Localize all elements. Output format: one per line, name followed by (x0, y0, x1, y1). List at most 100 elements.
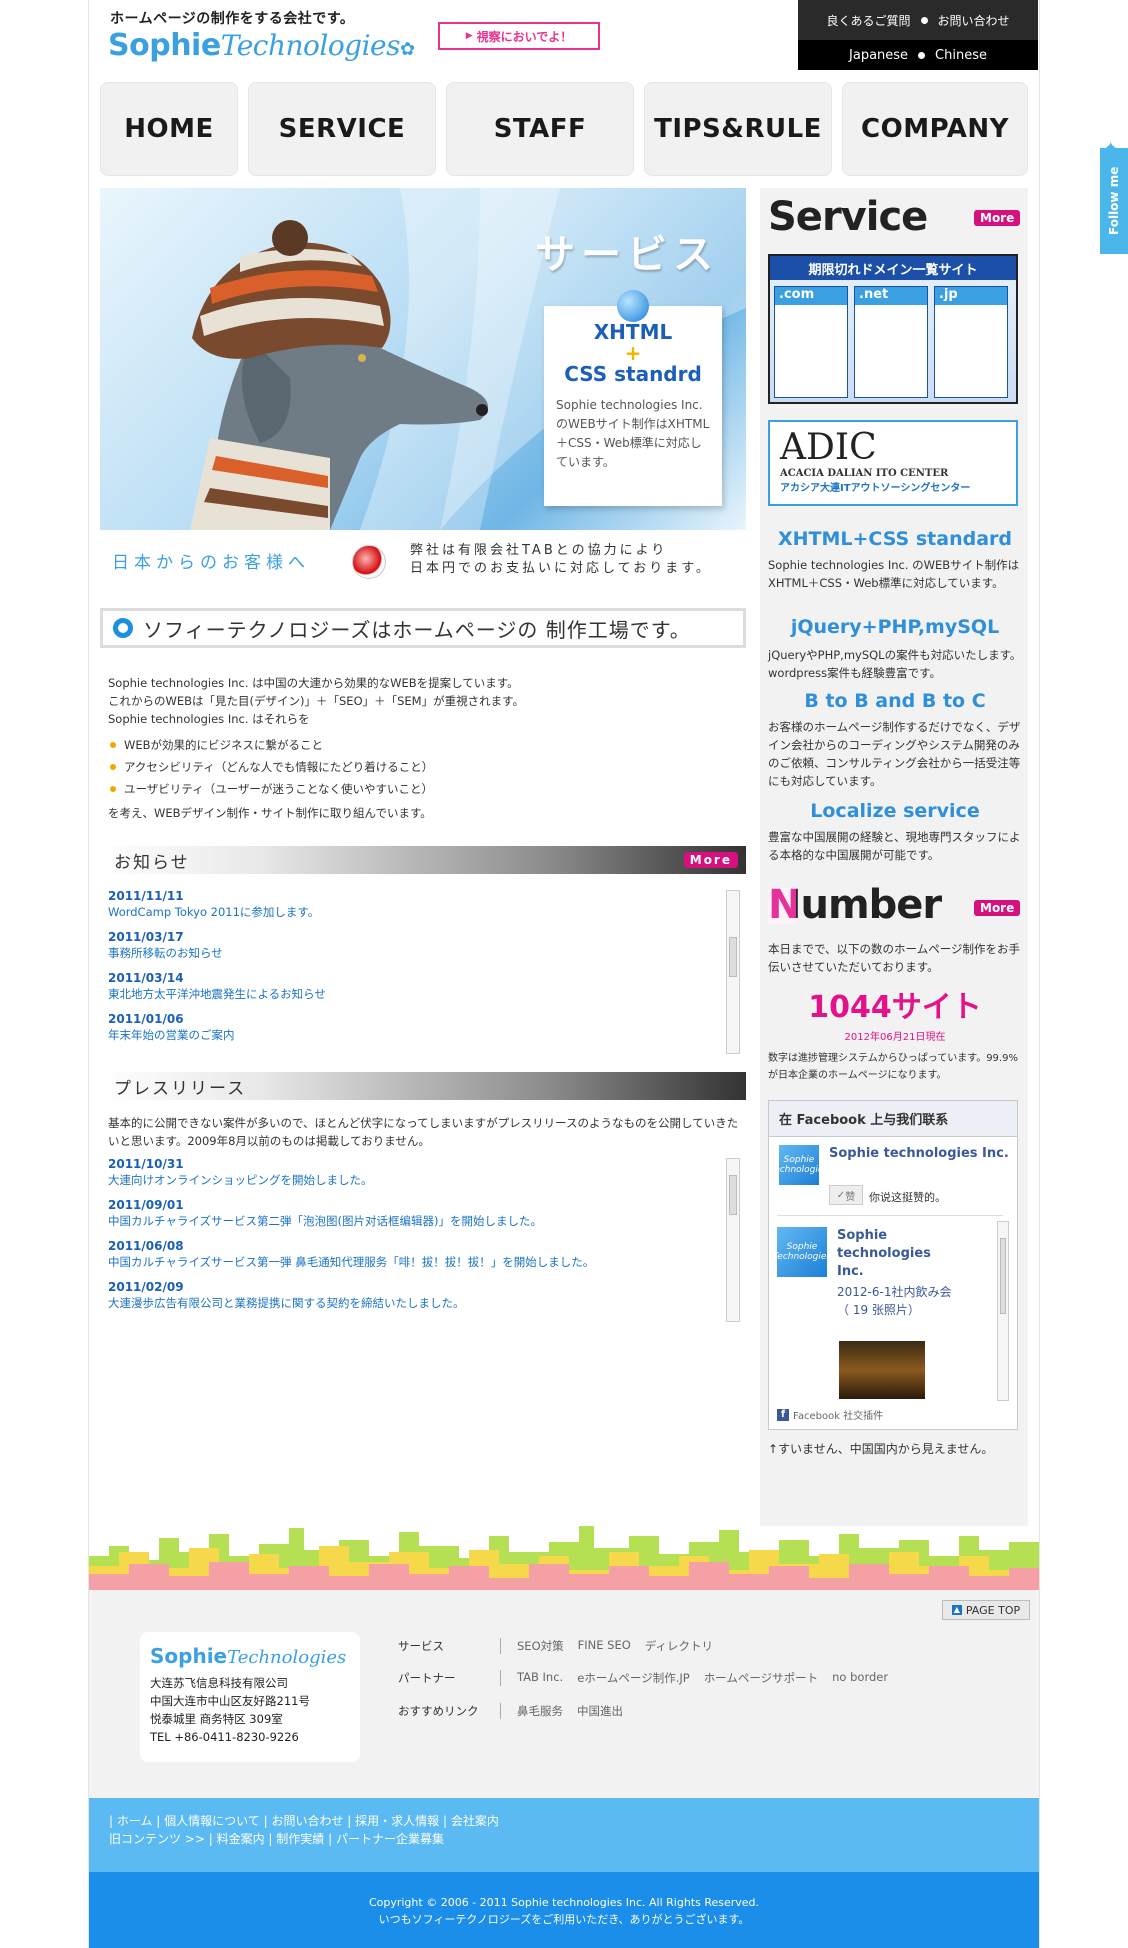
footer-link[interactable]: TAB Inc. (517, 1670, 563, 1686)
footer-row-key: サービス (398, 1639, 444, 1653)
hero-card-plus: + (624, 341, 642, 365)
pin-ball-icon (617, 290, 649, 322)
fb-page-name[interactable]: Sophie technologies Inc. (829, 1145, 1009, 1162)
ring-icon (113, 618, 133, 638)
hero-card: XHTML + CSS standrd Sophie technologies … (544, 306, 722, 506)
logo-tech: Technologies (220, 29, 401, 62)
service-more-button[interactable]: More (974, 210, 1021, 226)
facebook-note: ↑すいません、中国国内から見えません。 (768, 1442, 994, 1456)
list-item: 2011/09/01 中国カルチャライズサービス第二弾「泡泡图(图片对话框编辑器)… (108, 1197, 746, 1229)
press-link[interactable]: 中国カルチャライズサービス第二弾「泡泡图(图片对话框编辑器)」を開始しました。 (108, 1213, 746, 1229)
nav-service[interactable]: SERVICE (248, 82, 436, 176)
number-text: 本日までで、以下の数のホームページ制作をお手伝いさせていただいております。 (768, 942, 1020, 974)
visit-button[interactable]: ▶ 視察においでよ！ (438, 22, 600, 50)
skyline-decoration (89, 1516, 1039, 1590)
number-note: 数字は進捗管理システムからひっぱっています。99.9%が日本企業のホームページに… (768, 1053, 1018, 1081)
jquery-heading: jQuery+PHP,mySQL (790, 616, 1000, 638)
intro-line2: これからのWEBは「見た目(デザイン)」＋「SEO」＋「SEM」が重視されます。 (108, 694, 524, 708)
footer-link[interactable]: eホームページ制作.JP (577, 1670, 689, 1686)
footer-row-service: サービス SEO対策 FINE SEO ディレクトリ (398, 1638, 727, 1654)
footer-link[interactable]: SEO対策 (517, 1638, 564, 1654)
phone: TEL +86-0411-8230-9226 (150, 1730, 299, 1744)
nav-tips-rule[interactable]: TIPS&RULE (644, 82, 832, 176)
list-item: 2011/02/09 大連漫歩広告有限公司と業務提携に関する契約を締結いたしました… (108, 1279, 746, 1311)
news-scrollbar[interactable] (726, 890, 740, 1054)
bird-icon: ✦ (1104, 138, 1118, 157)
domain-screenshot: .com (774, 286, 848, 398)
list-item: 2011/01/06 年末年始の営業のご案内 (108, 1011, 746, 1043)
footer-address: 大连苏飞信息科技有限公司 中国大连市中山区友好路211号 悦泰城里 商务特区 3… (150, 1674, 350, 1746)
fb-page-logo[interactable]: Sophie Technologies (770, 1145, 828, 1185)
site-tagline: ホームページの制作をする会社です。 (110, 11, 355, 27)
press-scrollbar[interactable] (726, 1158, 740, 1322)
language-switcher: Japanese Chinese (798, 40, 1038, 70)
faq-link[interactable]: 良くあるご質問 (826, 12, 910, 29)
nav-company[interactable]: COMPANY (842, 82, 1028, 176)
news-link[interactable]: WordCamp Tokyo 2011に参加します。 (108, 904, 746, 920)
footer-link[interactable]: 中国進出 (577, 1703, 623, 1719)
site-logo[interactable]: SophieTechnologies✿ (108, 28, 415, 63)
expired-domain-banner[interactable]: 期限切れドメイン一覧サイト .com .net .jp (768, 254, 1018, 404)
divider (500, 1703, 501, 1719)
nav-staff[interactable]: STAFF (446, 82, 634, 176)
contact-link[interactable]: お問い合わせ (938, 12, 1010, 29)
footer-link[interactable]: ホームページサポート (704, 1670, 818, 1686)
news-link[interactable]: 事務所移転のお知らせ (108, 945, 746, 961)
follow-me-tab[interactable]: Follow me (1100, 148, 1128, 254)
divider (500, 1670, 501, 1686)
fb-like-button[interactable]: ✓ 赞 (829, 1185, 863, 1205)
xhtml-heading: XHTML+CSS standard (777, 528, 1012, 550)
nav-home[interactable]: HOME (100, 82, 238, 176)
news-link[interactable]: 東北地方太平洋沖地震発生によるお知らせ (108, 986, 746, 1002)
fb-scrollbar[interactable] (997, 1221, 1009, 1401)
news-more-button[interactable]: More (683, 852, 738, 868)
fb-post-name[interactable]: Sophie technologies Inc. (837, 1227, 957, 1281)
domain-screenshot: .net (854, 286, 928, 398)
number-more-button[interactable]: More (974, 900, 1021, 916)
footer-link[interactable]: FINE SEO (578, 1638, 631, 1654)
footer-links-bar: | ホーム | 個人情報について | お問い合わせ | 採用・求人情報 | 会社… (89, 1798, 1039, 1872)
news-date: 2011/03/14 (108, 971, 184, 985)
footer-logo[interactable]: SophieTechnologies (150, 1644, 350, 1668)
news-date: 2011/01/06 (108, 1012, 184, 1026)
fb-post-photo[interactable] (839, 1341, 925, 1399)
hero-title: サービス (535, 232, 719, 278)
footer-links-line1[interactable]: | ホーム | 個人情報について | お問い合わせ | 採用・求人情報 | 会社… (109, 1812, 1019, 1830)
press-link[interactable]: 大連向けオンラインショッピングを開始しました。 (108, 1172, 746, 1188)
list-item: 2011/03/17 事務所移転のお知らせ (108, 929, 746, 961)
adic-banner[interactable]: ADIC ACACIA DALIAN ITO CENTER アカシア大連ITアウ… (768, 420, 1018, 506)
scroll-thumb[interactable] (729, 937, 737, 977)
scroll-thumb[interactable] (1000, 1238, 1006, 1314)
thanks-text: いつもソフィーテクノロジーズをご利用いただき、ありがとうございます。 (378, 1913, 750, 1926)
press-link[interactable]: 大連漫歩広告有限公司と業務提携に関する契約を締結いたしました。 (108, 1295, 746, 1311)
lang-chinese-link[interactable]: Chinese (935, 48, 987, 63)
adic-title: ADIC (780, 427, 877, 468)
customer-title: 日本からのお客様へ (112, 553, 310, 573)
intro-line1: Sophie technologies Inc. は中国の大連から効果的なWEB… (108, 676, 519, 690)
list-item: 2011/11/11 WordCamp Tokyo 2011に参加します。 (108, 888, 746, 920)
press-date: 2011/02/09 (108, 1280, 184, 1294)
fb-post-link[interactable]: 2012-6-1社内飲み会 （ 19 张照片） (837, 1283, 967, 1319)
scroll-thumb[interactable] (729, 1175, 737, 1215)
footer-links-line2[interactable]: 旧コンテンツ >> | 料金案内 | 制作実績 | パートナー企業募集 (109, 1830, 1019, 1848)
fb-plugin-footer: f Facebook 社交插件 (777, 1407, 883, 1422)
intro-closing: を考え、WEBデザイン制作・サイト制作に取り組んでいます。 (108, 806, 432, 820)
japan-flag-icon (352, 545, 386, 579)
intro-line3: Sophie technologies Inc. はそれらを (108, 712, 310, 726)
lang-japanese-link[interactable]: Japanese (849, 48, 908, 63)
footer-link[interactable]: no border (832, 1670, 888, 1686)
address-line2: 悦泰城里 商务特区 309室 (150, 1712, 283, 1726)
factory-heading: ソフィーテクノロジーズはホームページの 制作工場です。 (100, 608, 746, 648)
news-heading: お知らせ (114, 852, 190, 873)
page-top-button[interactable]: ▲ PAGE TOP (942, 1600, 1030, 1620)
press-link[interactable]: 中国カルチャライズサービス第一弾 鼻毛通知代理服务「啡！拔！拔！拔！」を開始しま… (108, 1254, 746, 1270)
news-link[interactable]: 年末年始の営業のご案内 (108, 1027, 746, 1043)
copyright-bar: Copyright © 2006 - 2011 Sophie technolog… (89, 1872, 1039, 1948)
footer-link[interactable]: ディレクトリ (645, 1638, 713, 1654)
list-item: 2011/03/14 東北地方太平洋沖地震発生によるお知らせ (108, 970, 746, 1002)
news-date: 2011/11/11 (108, 889, 184, 903)
press-heading: プレスリリース (114, 1078, 247, 1099)
customer-line2: 日本円でのお支払いに対応しております。 (410, 561, 712, 576)
adic-japanese: アカシア大連ITアウトソーシングセンター (780, 483, 971, 494)
footer-link[interactable]: 鼻毛服务 (517, 1703, 563, 1719)
